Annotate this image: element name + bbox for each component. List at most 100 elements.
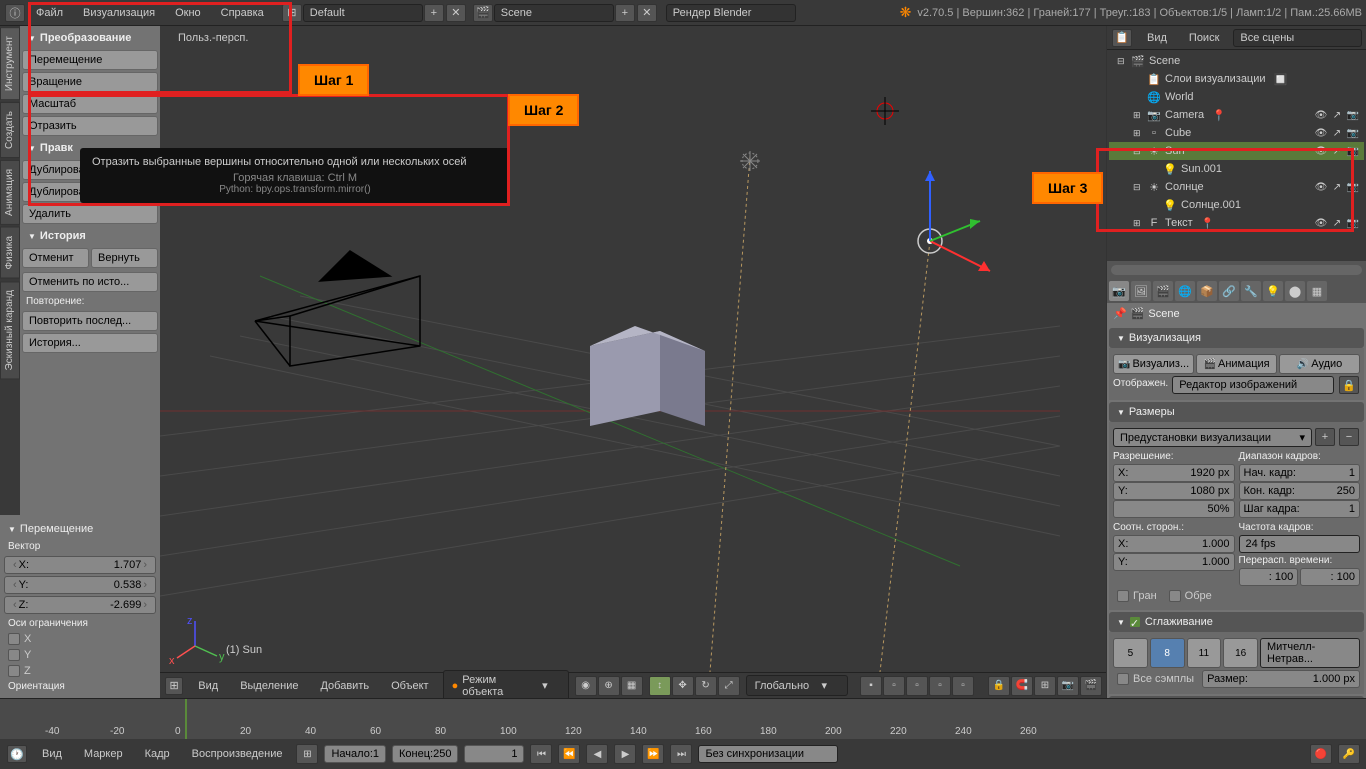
3d-viewport[interactable]: Польз.-персп. (1) Sun — [160, 26, 1106, 698]
layer-btn[interactable]: ▫ — [952, 676, 974, 696]
outliner-item[interactable]: 🌐World — [1109, 88, 1364, 106]
layer-btn[interactable]: ▫ — [883, 676, 905, 696]
aa-section-header[interactable]: ✓Сглаживание — [1109, 612, 1364, 632]
tab-physics[interactable]: Физика — [0, 227, 20, 279]
outliner-view-menu[interactable]: Вид — [1139, 29, 1175, 47]
layer-btn[interactable]: ▫ — [929, 676, 951, 696]
timeline-ruler[interactable]: -40-200204060801001201401601802002202402… — [0, 699, 1366, 739]
lock-interface-icon[interactable]: 🔒 — [1339, 376, 1359, 394]
object-tab-icon[interactable]: 📦 — [1197, 281, 1217, 301]
end-frame-field[interactable]: Кон. кадр:250 — [1239, 482, 1361, 500]
jump-start-icon[interactable]: ⏮ — [530, 744, 552, 764]
remap-old-field[interactable]: : 100 — [1239, 568, 1299, 586]
pin-icon[interactable]: 📌 — [1113, 307, 1127, 320]
render-anim-button[interactable]: 🎬Анимация — [1196, 354, 1277, 374]
remove-scene-icon[interactable]: ✕ — [637, 4, 657, 22]
rotate-manipulator-icon[interactable]: ↻ — [695, 676, 717, 696]
jump-end-icon[interactable]: ⏭ — [670, 744, 692, 764]
outliner-item[interactable]: 📋Слои визуализации🔲 — [1109, 70, 1364, 88]
aa-size-field[interactable]: Размер:1.000 px — [1202, 670, 1360, 688]
layers-icon[interactable]: ▦ — [621, 676, 643, 696]
scale-manipulator-icon[interactable]: ⤢ — [718, 676, 740, 696]
orientation-dropdown[interactable]: Глобально▾ — [746, 675, 848, 696]
fps-dropdown[interactable]: 24 fps — [1239, 535, 1361, 553]
outliner-filter-dropdown[interactable]: Все сцены — [1233, 29, 1362, 47]
res-pct-field[interactable]: 50% — [1113, 500, 1235, 518]
undo-button[interactable]: Отменит — [22, 248, 89, 268]
audio-button[interactable]: 🔊Аудио — [1279, 354, 1360, 374]
res-x-field[interactable]: X:1920 px — [1113, 464, 1235, 482]
aspect-x-field[interactable]: X:1.000 — [1113, 535, 1235, 553]
constraint-x-checkbox[interactable] — [8, 633, 20, 645]
tab-tools[interactable]: Инструмент — [0, 27, 20, 100]
menu-file[interactable]: Файл — [26, 3, 73, 23]
world-tab-icon[interactable]: 🌐 — [1175, 281, 1195, 301]
snap-type-icon[interactable]: ⊞ — [1034, 676, 1056, 696]
aa-8-button[interactable]: 8 — [1150, 638, 1185, 668]
add-preset-icon[interactable]: + — [1315, 428, 1335, 446]
undo-history-button[interactable]: Отменить по исто... — [22, 272, 158, 292]
keying-set-icon[interactable]: 🔑 — [1338, 744, 1360, 764]
texture-tab-icon[interactable]: ▦ — [1307, 281, 1327, 301]
material-tab-icon[interactable]: ⬤ — [1285, 281, 1305, 301]
outliner-item[interactable]: ⊟🎬Scene — [1109, 52, 1364, 70]
outliner-item[interactable]: ⊞📷Camera📍👁↗📷 — [1109, 106, 1364, 124]
select-menu[interactable]: Выделение — [232, 677, 306, 695]
outliner-item[interactable]: ⊟☀Sun👁↗📷 — [1109, 142, 1364, 160]
aa-5-button[interactable]: 5 — [1113, 638, 1148, 668]
start-frame-field[interactable]: Нач. кадр:1 — [1239, 464, 1361, 482]
preset-dropdown[interactable]: Предустановки визуализации▾ — [1113, 428, 1312, 447]
add-layout-icon[interactable]: + — [424, 4, 444, 22]
layers-tab-icon[interactable]: 🖼 — [1131, 281, 1151, 301]
remap-new-field[interactable]: : 100 — [1300, 568, 1360, 586]
engine-dropdown[interactable]: Рендер Blender — [666, 4, 796, 22]
tab-create[interactable]: Создать — [0, 102, 20, 158]
manipulator-toggle-icon[interactable]: ↕ — [649, 676, 671, 696]
outliner-item[interactable]: ⊞FТекст📍👁↗📷 — [1109, 214, 1364, 232]
full-sample-checkbox[interactable] — [1117, 673, 1129, 685]
translate-button[interactable]: Перемещение — [22, 50, 158, 70]
mode-dropdown[interactable]: ●Режим объекта▾ — [443, 670, 569, 699]
res-y-field[interactable]: Y:1080 px — [1113, 482, 1235, 500]
layer-btn[interactable]: ▪ — [860, 676, 882, 696]
scene-icon[interactable]: 🎬 — [473, 4, 493, 22]
shading-icon[interactable]: ◉ — [575, 676, 597, 696]
outliner-search-menu[interactable]: Поиск — [1181, 29, 1227, 47]
current-frame-marker[interactable] — [185, 699, 187, 739]
aa-16-button[interactable]: 16 — [1223, 638, 1258, 668]
outliner-item[interactable]: ⊞▫Cube👁↗📷 — [1109, 124, 1364, 142]
add-menu[interactable]: Добавить — [312, 677, 377, 695]
menu-window[interactable]: Окно — [165, 3, 211, 23]
remove-layout-icon[interactable]: ✕ — [446, 4, 466, 22]
end-frame-input[interactable]: Конец:250 — [392, 745, 458, 763]
constraint-y-checkbox[interactable] — [8, 649, 20, 661]
keyframe-prev-icon[interactable]: ⏪ — [558, 744, 580, 764]
layout-icon[interactable]: ⊞ — [282, 4, 302, 22]
aa-11-button[interactable]: 11 — [1187, 638, 1222, 668]
snap-icon[interactable]: 🧲 — [1011, 676, 1033, 696]
render-section-header[interactable]: Визуализация — [1109, 328, 1364, 348]
remove-preset-icon[interactable]: − — [1339, 428, 1359, 446]
play-icon[interactable]: ▶ — [614, 744, 636, 764]
constraint-z-checkbox[interactable] — [8, 665, 20, 677]
editor-type-icon[interactable]: ⊞ — [165, 677, 183, 695]
vector-y-field[interactable]: Y:0.538 — [4, 576, 156, 594]
history-section-header[interactable]: История — [22, 226, 158, 246]
add-scene-icon[interactable]: + — [615, 4, 635, 22]
info-icon[interactable]: ⓘ — [5, 4, 25, 22]
outliner-scrollbar[interactable] — [1107, 261, 1366, 279]
constraints-tab-icon[interactable]: 🔗 — [1219, 281, 1239, 301]
timeline-playback-menu[interactable]: Воспроизведение — [184, 745, 291, 763]
history-button[interactable]: История... — [22, 333, 158, 353]
view-menu[interactable]: Вид — [190, 677, 226, 695]
modifiers-tab-icon[interactable]: 🔧 — [1241, 281, 1261, 301]
vector-x-field[interactable]: X:1.707 — [4, 556, 156, 574]
clapper-icon[interactable]: 🎬 — [1080, 676, 1102, 696]
layout-dropdown[interactable]: Default — [303, 4, 423, 22]
border-checkbox[interactable] — [1117, 590, 1129, 602]
keyframe-next-icon[interactable]: ⏩ — [642, 744, 664, 764]
outliner-tree[interactable]: ⊟🎬Scene📋Слои визуализации🔲🌐World⊞📷Camera… — [1107, 50, 1366, 234]
layer-btn[interactable]: ▫ — [906, 676, 928, 696]
pivot-icon[interactable]: ⊕ — [598, 676, 620, 696]
outliner-item[interactable]: ⊟☀Солнце👁↗📷 — [1109, 178, 1364, 196]
